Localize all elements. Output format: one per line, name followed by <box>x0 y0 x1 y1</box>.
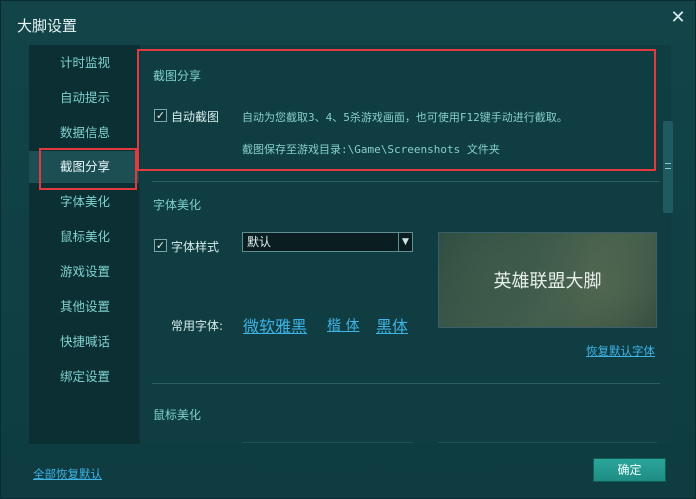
sidebar-item-label: 绑定设置 <box>60 369 111 384</box>
sidebar-item-timer-monitor[interactable]: 计时监视 <box>29 47 139 79</box>
section-divider <box>152 383 660 384</box>
sidebar-item-font-beautify[interactable]: 字体美化 <box>29 186 139 218</box>
sidebar-item-label: 计时监视 <box>60 55 111 70</box>
highlight-box-screenshot-section <box>137 49 656 171</box>
common-fonts-label: 常用字体: <box>171 319 224 333</box>
font-style-label: 字体样式 <box>171 240 220 254</box>
font-link-yahei[interactable]: 微软雅黑 <box>243 313 307 337</box>
font-section-title: 字体美化 <box>153 198 202 212</box>
sidebar-item-data-info[interactable]: 数据信息 <box>29 117 139 149</box>
restore-default-font-link[interactable]: 恢复默认字体 <box>586 343 655 359</box>
close-button[interactable]: ✕ <box>667 7 689 29</box>
content-scrollbar[interactable] <box>663 121 673 213</box>
sidebar: 计时监视 自动提示 数据信息 截图分享 字体美化 鼠标美化 游戏设置 其他设置 … <box>29 45 139 444</box>
title-bar: 大脚设置 ✕ <box>1 1 696 47</box>
highlight-box-sidebar-item <box>39 148 137 190</box>
scroll-grip-icon <box>665 163 671 169</box>
sidebar-item-label: 自动提示 <box>60 90 111 105</box>
sidebar-item-label: 快捷喊话 <box>60 334 111 349</box>
window-title: 大脚设置 <box>17 17 78 35</box>
font-preview-text: 英雄联盟大脚 <box>493 271 602 292</box>
mouse-section-title: 鼠标美化 <box>153 408 202 422</box>
sidebar-item-bind-settings[interactable]: 绑定设置 <box>29 361 139 393</box>
font-style-checkbox[interactable]: ✓ <box>154 239 167 252</box>
restore-all-defaults-link[interactable]: 全部恢复默认 <box>33 466 102 482</box>
sidebar-item-game-settings[interactable]: 游戏设置 <box>29 256 139 288</box>
sidebar-item-label: 鼠标美化 <box>60 229 111 244</box>
sidebar-item-mouse-beautify[interactable]: 鼠标美化 <box>29 221 139 253</box>
ok-button[interactable]: 确定 <box>593 458 666 482</box>
ok-button-label: 确定 <box>617 463 642 477</box>
font-link-kaiti[interactable]: 楷 体 <box>327 315 359 335</box>
sidebar-item-label: 数据信息 <box>60 125 111 140</box>
mouse-option-edge <box>438 442 657 443</box>
sidebar-item-auto-tips[interactable]: 自动提示 <box>29 82 139 114</box>
font-link-heiti[interactable]: 黑体 <box>376 313 408 337</box>
mouse-option-edge <box>242 442 413 443</box>
sidebar-item-quick-chat[interactable]: 快捷喊话 <box>29 326 139 358</box>
sidebar-item-label: 其他设置 <box>60 299 111 314</box>
sidebar-item-other-settings[interactable]: 其他设置 <box>29 291 139 323</box>
section-divider <box>152 181 660 182</box>
check-icon: ✓ <box>155 239 166 252</box>
settings-window: 大脚设置 ✕ 计时监视 自动提示 数据信息 截图分享 字体美化 鼠标美化 游戏设… <box>0 0 696 499</box>
close-icon: ✕ <box>670 7 686 28</box>
font-style-select-value: 默认 <box>247 235 272 249</box>
sidebar-item-label: 游戏设置 <box>60 264 111 279</box>
chevron-down-icon: ▼ <box>398 233 412 251</box>
font-style-select[interactable]: 默认 ▼ <box>242 232 413 252</box>
sidebar-item-label: 字体美化 <box>60 194 111 209</box>
font-preview-image: 英雄联盟大脚 <box>438 232 657 328</box>
